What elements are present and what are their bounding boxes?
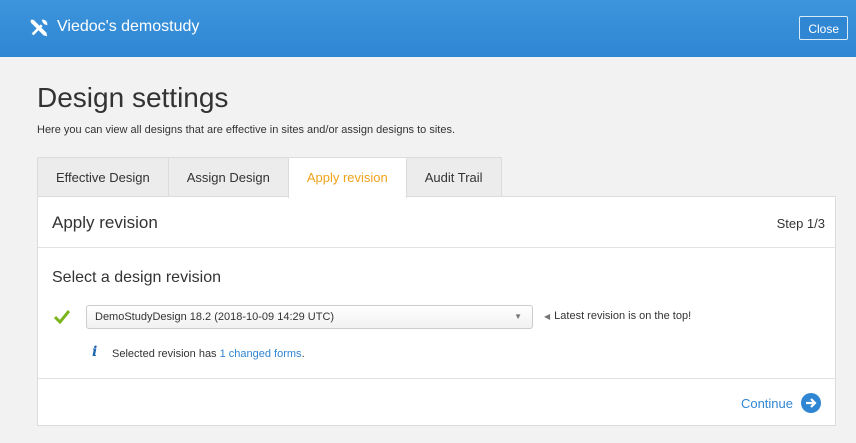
revision-hint: ◀ Latest revision is on the top!	[544, 310, 691, 322]
continue-button[interactable]: Continue	[741, 393, 821, 413]
tab-audit-trail[interactable]: Audit Trail	[405, 157, 502, 197]
section-title: Select a design revision	[52, 269, 221, 286]
apply-revision-panel: Apply revision Step 1/3 Select a design …	[37, 196, 836, 426]
info-icon: i	[92, 344, 98, 360]
tools-icon	[30, 19, 48, 37]
revision-select[interactable]: DemoStudyDesign 18.2 (2018-10-09 14:29 U…	[86, 305, 533, 329]
revision-select-value: DemoStudyDesign 18.2 (2018-10-09 14:29 U…	[95, 311, 335, 323]
chevron-down-icon: ▼	[514, 312, 522, 321]
top-bar: Viedoc's demostudy Close	[0, 0, 856, 57]
step-indicator: Step 1/3	[776, 216, 825, 231]
tab-bar: Effective Design Assign Design Apply rev…	[37, 157, 502, 198]
tab-effective-design[interactable]: Effective Design	[37, 157, 169, 197]
panel-footer: Continue	[38, 378, 835, 427]
changed-forms-link[interactable]: 1 changed forms	[220, 348, 302, 360]
page-description: Here you can view all designs that are e…	[37, 124, 456, 136]
info-text: Selected revision has 1 changed forms.	[112, 348, 305, 360]
page-title: Design settings	[37, 82, 229, 113]
panel-header: Apply revision Step 1/3	[38, 197, 835, 248]
hint-text: Latest revision is on the top!	[554, 310, 692, 322]
tab-apply-revision[interactable]: Apply revision	[287, 157, 407, 198]
arrow-left-icon: ◀	[544, 312, 551, 321]
info-suffix: .	[301, 348, 305, 360]
continue-label: Continue	[740, 395, 793, 411]
panel-title: Apply revision	[52, 213, 158, 232]
checkmark-icon	[54, 310, 70, 324]
close-button[interactable]: Close	[799, 16, 848, 40]
tab-assign-design[interactable]: Assign Design	[167, 157, 289, 197]
arrow-right-circle-icon	[801, 393, 821, 413]
info-prefix: Selected revision has	[112, 348, 220, 360]
app-title: Viedoc's demostudy	[57, 18, 200, 35]
